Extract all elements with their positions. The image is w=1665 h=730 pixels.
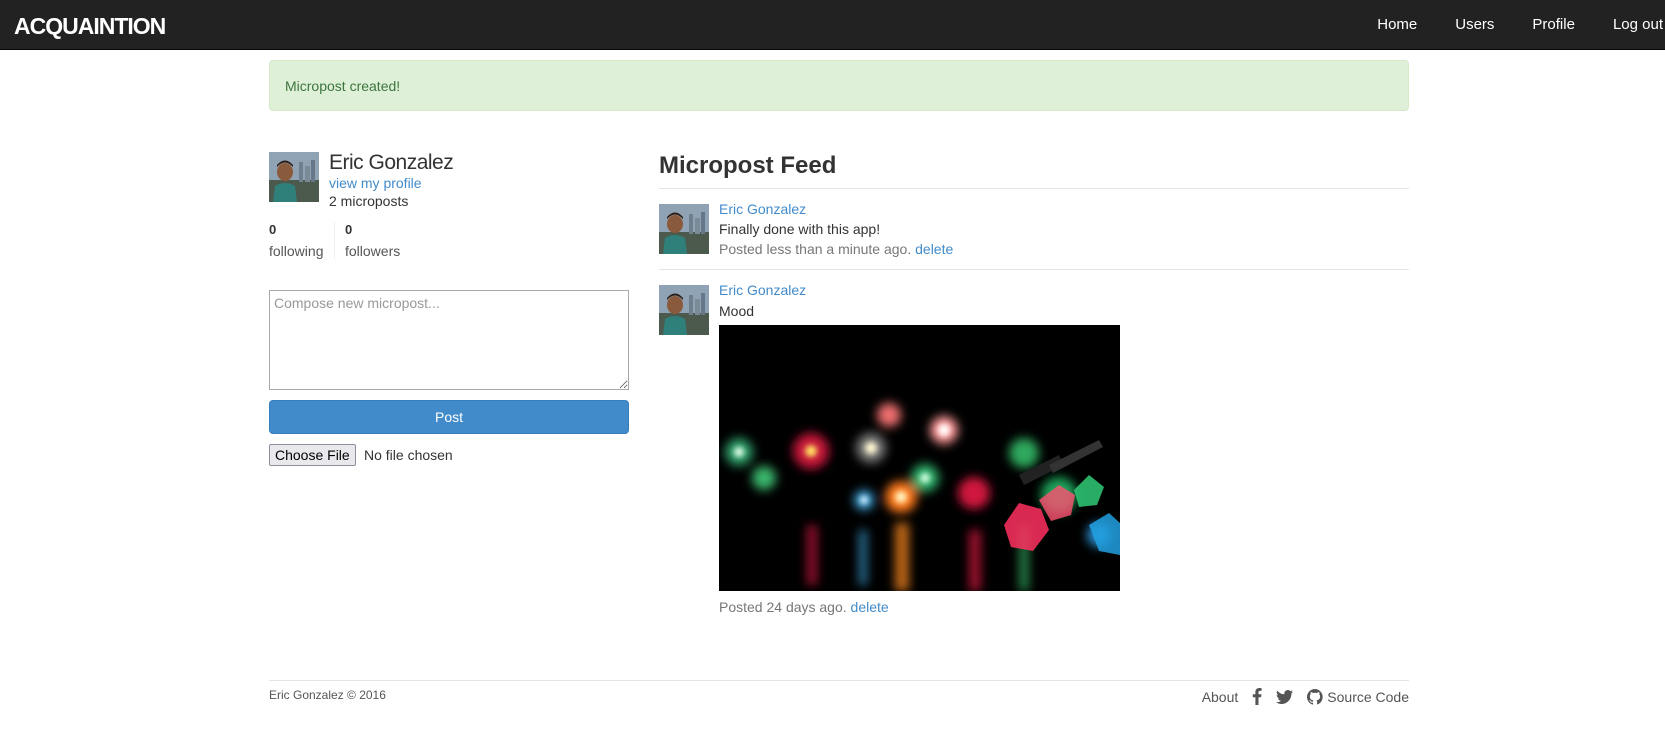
post-button[interactable]: Post	[269, 400, 629, 434]
followers-count: 0	[345, 222, 353, 237]
nav-logout[interactable]: Log out	[1613, 16, 1663, 33]
about-link[interactable]: About	[1202, 689, 1239, 705]
feed-divider	[659, 188, 1409, 189]
micropost-count: 2 microposts	[329, 193, 409, 209]
nav-home[interactable]: Home	[1377, 16, 1417, 33]
post-timestamp: Posted less than a minute ago.	[719, 241, 912, 257]
stat-divider	[334, 222, 335, 259]
post-content: Mood	[719, 303, 755, 319]
delete-post-link[interactable]: delete	[915, 241, 953, 257]
file-status: No file chosen	[364, 447, 453, 463]
nav-links: Home Users Profile Log out	[1377, 16, 1663, 33]
feed-item-divider	[659, 269, 1409, 270]
followers-label: followers	[345, 243, 401, 259]
flash-message: Micropost created!	[285, 78, 401, 94]
github-icon[interactable]	[1307, 688, 1323, 705]
user-name: Eric Gonzalez	[329, 151, 454, 174]
facebook-icon[interactable]	[1252, 688, 1262, 705]
avatar[interactable]	[269, 152, 319, 202]
following-count: 0	[269, 222, 277, 237]
followers-stat[interactable]: 0 followers	[345, 222, 400, 259]
post-image	[719, 325, 1120, 591]
following-label: following	[269, 243, 324, 259]
post-timestamp: Posted 24 days ago.	[719, 599, 847, 615]
post-timestamp-row: Posted 24 days ago. delete	[719, 599, 889, 615]
following-stat[interactable]: 0 following	[269, 222, 323, 259]
nav-profile[interactable]: Profile	[1532, 16, 1575, 33]
navbar: ACQUAINTION Home Users Profile Log out	[0, 0, 1665, 50]
brand-logo[interactable]: ACQUAINTION	[14, 13, 166, 40]
post-avatar[interactable]	[659, 285, 709, 335]
post-user-link[interactable]: Eric Gonzalez	[719, 201, 806, 217]
choose-file-button[interactable]: Choose File	[269, 444, 356, 466]
post-user-link[interactable]: Eric Gonzalez	[719, 282, 806, 298]
copyright: Eric Gonzalez © 2016	[269, 688, 386, 702]
flash-alert: Micropost created!	[269, 60, 1409, 111]
post-timestamp-row: Posted less than a minute ago. delete	[719, 241, 953, 257]
delete-post-link[interactable]: delete	[851, 599, 889, 615]
nav-users[interactable]: Users	[1455, 16, 1494, 33]
compose-micropost-input[interactable]	[269, 290, 629, 390]
footer-divider	[269, 680, 1409, 681]
post-avatar[interactable]	[659, 204, 709, 254]
post-content: Finally done with this app!	[719, 221, 881, 237]
source-code-link[interactable]: Source Code	[1327, 689, 1409, 705]
footer-links: About Source Code	[1202, 688, 1409, 705]
feed-title: Micropost Feed	[659, 152, 837, 179]
view-profile-link[interactable]: view my profile	[329, 175, 422, 191]
twitter-icon[interactable]	[1276, 689, 1294, 704]
